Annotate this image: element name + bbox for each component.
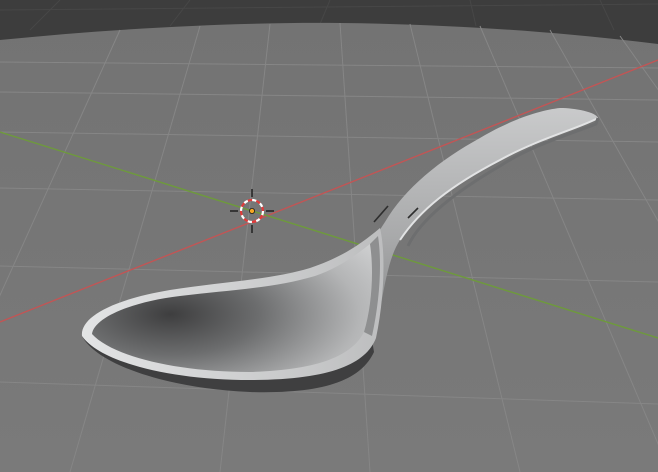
viewport-canvas[interactable] <box>0 0 658 472</box>
ground-plane <box>0 22 658 472</box>
3d-viewport[interactable] <box>0 0 658 472</box>
